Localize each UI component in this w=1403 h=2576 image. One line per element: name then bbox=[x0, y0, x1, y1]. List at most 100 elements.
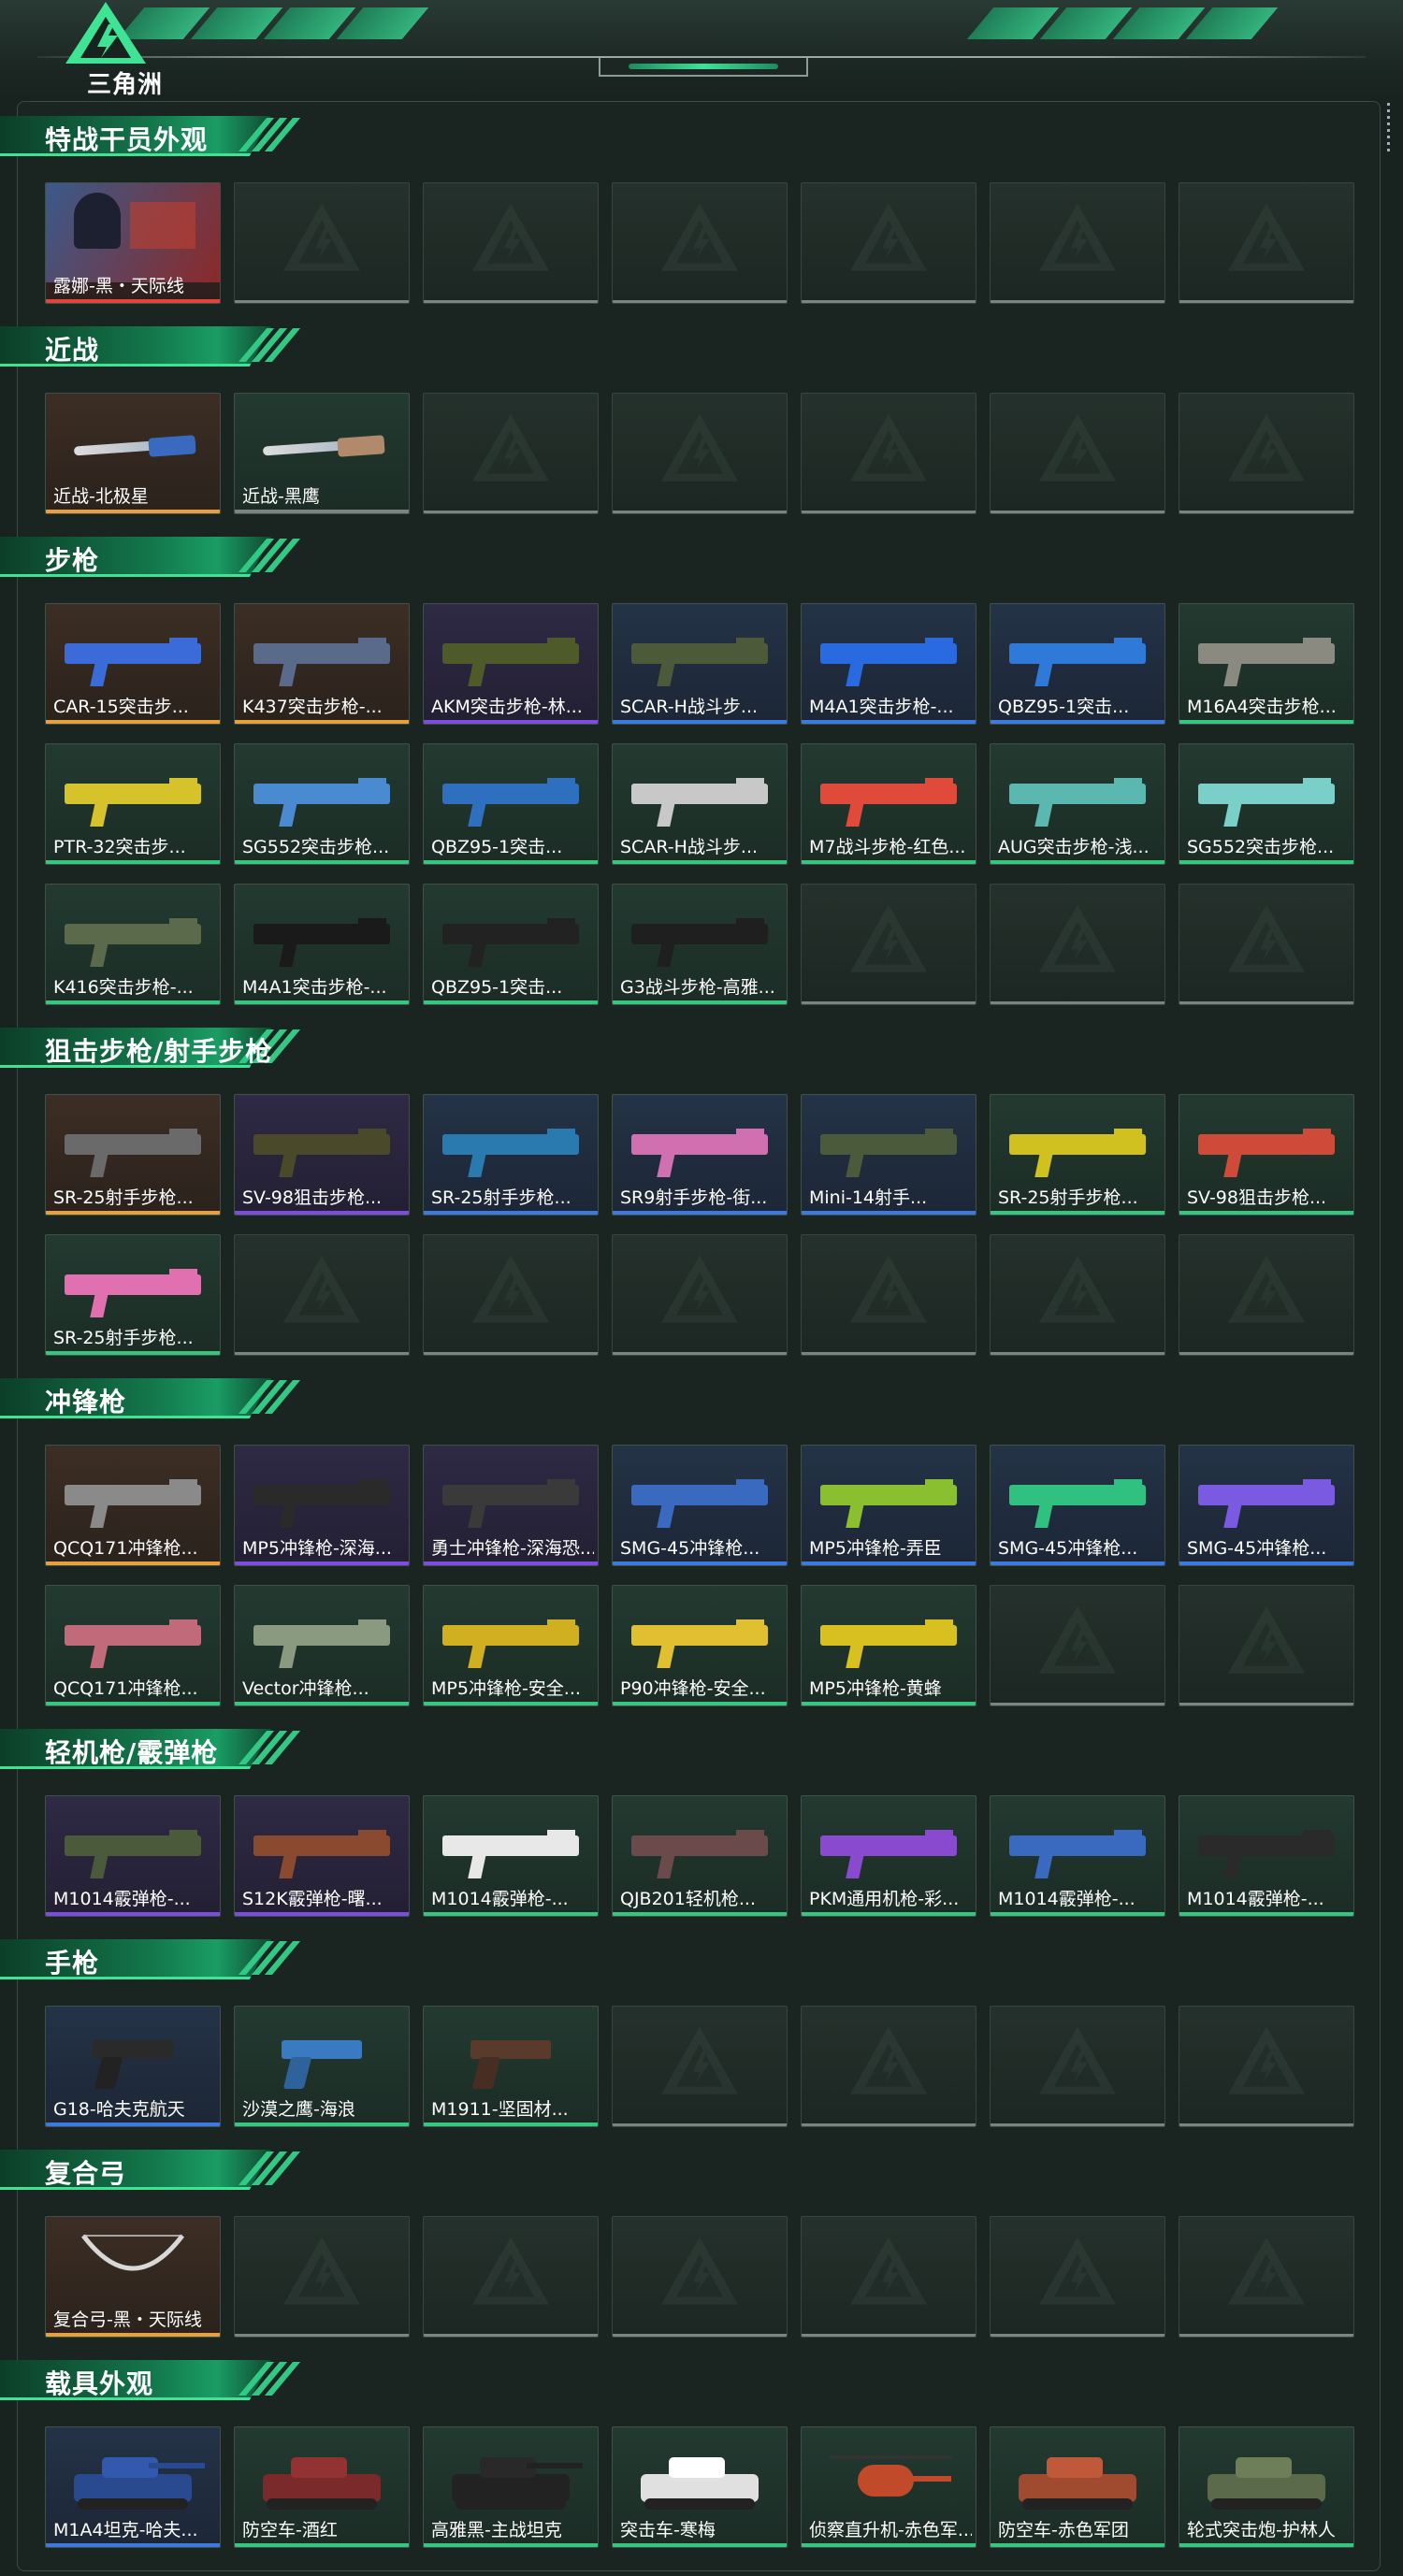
sniper-icon bbox=[424, 1095, 598, 1194]
placeholder-logo-icon bbox=[1039, 413, 1116, 482]
empty-slot bbox=[1179, 1585, 1354, 1706]
rarity-bar bbox=[424, 2543, 598, 2547]
smg-icon bbox=[613, 1586, 787, 1685]
skin-card[interactable]: 防空车-酒红 bbox=[234, 2426, 410, 2548]
skin-card[interactable]: K416突击步枪-... bbox=[45, 884, 221, 1005]
skin-card[interactable]: SR-25射手步枪... bbox=[45, 1094, 221, 1216]
placeholder-logo-icon bbox=[850, 2237, 927, 2305]
skin-card[interactable]: QCQ171冲锋枪... bbox=[45, 1585, 221, 1706]
slot-bar bbox=[991, 1703, 1164, 1705]
skin-card[interactable]: 露娜-黑・天际线 bbox=[45, 182, 221, 304]
skin-card[interactable]: SG552突击步枪... bbox=[234, 743, 410, 865]
skin-card[interactable]: G3战斗步枪-高雅... bbox=[612, 884, 788, 1005]
skin-card[interactable]: MP5冲锋枪-深海... bbox=[234, 1445, 410, 1566]
rarity-bar bbox=[235, 1702, 409, 1705]
skin-name: M1014霰弹枪-... bbox=[431, 1889, 569, 1909]
skin-card[interactable]: SG552突击步枪... bbox=[1179, 743, 1354, 865]
skin-card[interactable]: S12K霰弹枪-曙... bbox=[234, 1795, 410, 1917]
skin-card[interactable]: AUG突击步枪-浅... bbox=[990, 743, 1165, 865]
skin-card[interactable]: SR-25射手步枪... bbox=[423, 1094, 599, 1216]
skin-card[interactable]: SCAR-H战斗步... bbox=[612, 603, 788, 725]
skin-card[interactable]: SR-25射手步枪... bbox=[990, 1094, 1165, 1216]
skin-name: 勇士冲锋枪-深海恐... bbox=[431, 1538, 594, 1559]
skin-card[interactable]: M16A4突击步枪... bbox=[1179, 603, 1354, 725]
skin-card[interactable]: QBZ95-1突击... bbox=[423, 884, 599, 1005]
skin-card[interactable]: Mini-14射手... bbox=[801, 1094, 976, 1216]
skin-card[interactable]: P90冲锋枪-安全... bbox=[612, 1585, 788, 1706]
placeholder-logo-icon bbox=[850, 203, 927, 271]
section-header: 特战干员外观 bbox=[0, 112, 309, 157]
skin-card[interactable]: 高雅黑-主战坦克 bbox=[423, 2426, 599, 2548]
skin-card[interactable]: 侦察直升机-赤色军... bbox=[801, 2426, 976, 2548]
rarity-bar bbox=[1179, 1211, 1353, 1215]
skin-card[interactable]: G18-哈夫克航天 bbox=[45, 2006, 221, 2127]
skin-card[interactable]: MP5冲锋枪-弄臣 bbox=[801, 1445, 976, 1566]
skin-card[interactable]: SMG-45冲锋枪... bbox=[1179, 1445, 1354, 1566]
skin-card[interactable]: SMG-45冲锋枪... bbox=[990, 1445, 1165, 1566]
placeholder-logo-icon bbox=[661, 1255, 738, 1323]
rarity-bar bbox=[46, 1702, 220, 1705]
skin-card[interactable]: SR-25射手步枪... bbox=[45, 1234, 221, 1356]
skin-card[interactable]: M1014霰弹枪-... bbox=[990, 1795, 1165, 1917]
sniper-icon bbox=[802, 1095, 976, 1194]
skin-card[interactable]: AKM突击步枪-林... bbox=[423, 603, 599, 725]
smg-icon bbox=[46, 1586, 220, 1685]
skin-card[interactable]: M7战斗步枪-红色... bbox=[801, 743, 976, 865]
placeholder-logo-icon bbox=[661, 2026, 738, 2094]
skin-card[interactable]: M1A4坦克-哈夫... bbox=[45, 2426, 221, 2548]
skin-card[interactable]: SMG-45冲锋枪... bbox=[612, 1445, 788, 1566]
skin-card[interactable]: QBZ95-1突击... bbox=[990, 603, 1165, 725]
skin-card[interactable]: K437突击步枪-... bbox=[234, 603, 410, 725]
empty-slot bbox=[612, 2216, 788, 2338]
skin-card[interactable]: 勇士冲锋枪-深海恐... bbox=[423, 1445, 599, 1566]
skin-card[interactable]: SV-98狙击步枪... bbox=[1179, 1094, 1354, 1216]
skin-card[interactable]: M1911-坚固材... bbox=[423, 2006, 599, 2127]
skin-name: M1911-坚固材... bbox=[431, 2099, 569, 2120]
smg-icon bbox=[802, 1446, 976, 1545]
skin-card[interactable]: 近战-北极星 bbox=[45, 393, 221, 514]
rarity-bar bbox=[424, 1211, 598, 1215]
skin-card[interactable]: M1014霰弹枪-... bbox=[1179, 1795, 1354, 1917]
skin-card[interactable]: SR9射手步枪-街... bbox=[612, 1094, 788, 1216]
skin-card[interactable]: MP5冲锋枪-安全... bbox=[423, 1585, 599, 1706]
skin-card[interactable]: QBZ95-1突击... bbox=[423, 743, 599, 865]
shotgun-icon bbox=[235, 1796, 409, 1895]
skin-card[interactable]: 沙漠之鹰-海浪 bbox=[234, 2006, 410, 2127]
skin-name: M16A4突击步枪... bbox=[1187, 697, 1337, 717]
placeholder-logo-icon bbox=[850, 2026, 927, 2094]
rifle-icon bbox=[613, 885, 787, 984]
skin-card[interactable]: M1014霰弹枪-... bbox=[423, 1795, 599, 1917]
empty-slot bbox=[990, 2006, 1165, 2127]
skin-card[interactable]: QJB201轻机枪... bbox=[612, 1795, 788, 1917]
shotgun-icon bbox=[1179, 1796, 1353, 1895]
skin-card[interactable]: 轮式突击炮-护林人 bbox=[1179, 2426, 1354, 2548]
rarity-bar bbox=[1179, 1912, 1353, 1916]
skin-card[interactable]: MP5冲锋枪-黄蜂 bbox=[801, 1585, 976, 1706]
skin-card[interactable]: 防空车-赤色军团 bbox=[990, 2426, 1165, 2548]
skin-name: SMG-45冲锋枪... bbox=[1187, 1538, 1327, 1559]
skin-card[interactable]: QCQ171冲锋枪... bbox=[45, 1445, 221, 1566]
skin-card[interactable]: Vector冲锋枪... bbox=[234, 1585, 410, 1706]
rarity-bar bbox=[235, 1211, 409, 1215]
scrollbar[interactable] bbox=[1387, 103, 1391, 159]
skin-card[interactable]: 近战-黑鹰 bbox=[234, 393, 410, 514]
skin-card[interactable]: SCAR-H战斗步... bbox=[612, 743, 788, 865]
skin-card[interactable]: CAR-15突击步... bbox=[45, 603, 221, 725]
skin-card[interactable]: M4A1突击步枪-... bbox=[234, 884, 410, 1005]
skin-card[interactable]: 复合弓-黑・天际线 bbox=[45, 2216, 221, 2338]
skin-card[interactable]: SV-98狙击步枪... bbox=[234, 1094, 410, 1216]
empty-slot bbox=[990, 2216, 1165, 2338]
skin-card[interactable]: M1014霰弹枪-... bbox=[45, 1795, 221, 1917]
rarity-bar bbox=[424, 860, 598, 864]
skin-name: QBZ95-1突击... bbox=[998, 697, 1130, 717]
skin-card[interactable]: PTR-32突击步... bbox=[45, 743, 221, 865]
rifle-icon bbox=[424, 604, 598, 703]
skin-card[interactable]: PKM通用机枪-彩... bbox=[801, 1795, 976, 1917]
knife-icon bbox=[46, 394, 220, 493]
skin-name: SV-98狙击步枪... bbox=[1187, 1187, 1327, 1208]
skin-card[interactable]: M4A1突击步枪-... bbox=[801, 603, 976, 725]
rifle-icon bbox=[613, 744, 787, 843]
empty-slot bbox=[423, 2216, 599, 2338]
skin-card[interactable]: 突击车-寒梅 bbox=[612, 2426, 788, 2548]
skin-name: 防空车-酒红 bbox=[242, 2520, 338, 2540]
